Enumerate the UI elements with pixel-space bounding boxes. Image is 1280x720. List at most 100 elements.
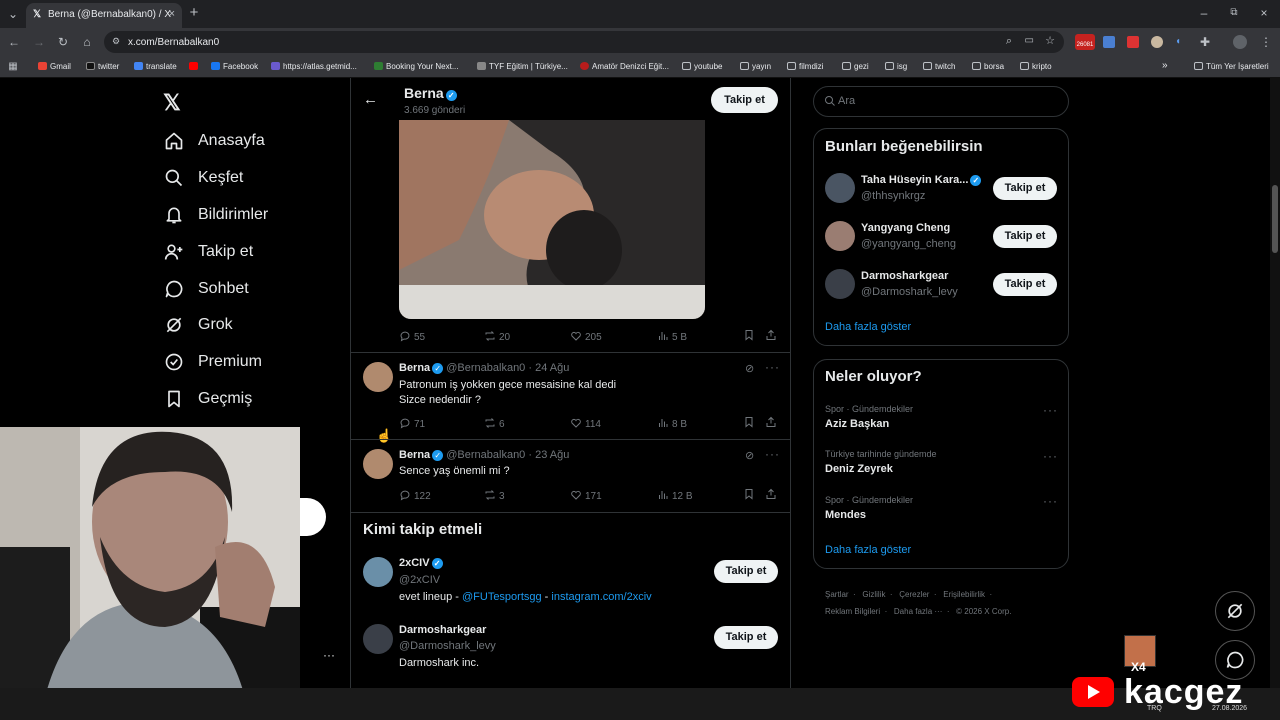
footer-link[interactable]: Gizlilik (862, 590, 885, 599)
bookmark-booking[interactable]: Booking Your Next... (374, 62, 459, 71)
trend-more-icon[interactable]: ··· (1043, 449, 1058, 463)
bookmark-post-icon[interactable] (743, 488, 758, 501)
bookmark-gmail[interactable]: Gmail (38, 62, 71, 71)
author-handle[interactable]: @Bernabalkan0 (446, 449, 525, 461)
views-stat[interactable]: 12 B (657, 489, 693, 502)
zoom-icon[interactable]: ⌕ (1006, 35, 1012, 48)
repost-stat[interactable]: 20 (484, 330, 510, 343)
like-stat[interactable]: 114 (570, 417, 601, 430)
tray-clock[interactable]: 27.08.2026 (1212, 705, 1247, 712)
trend-more-icon[interactable]: ··· (1043, 403, 1058, 417)
bookmark-facebook[interactable]: Facebook (211, 62, 258, 71)
grok-post-icon[interactable]: ⊘ (745, 449, 754, 462)
cast-icon[interactable]: ▭ (1025, 35, 1034, 46)
x-logo-icon[interactable]: 𝕏 (163, 90, 181, 116)
views-stat[interactable]: 8 B (657, 417, 687, 430)
user-name[interactable]: Yangyang Cheng (861, 222, 950, 234)
footer-link[interactable]: Şartlar (825, 590, 849, 599)
bio-url-link[interactable]: instagram.com/2xciv (551, 591, 651, 603)
trend-name[interactable]: Deniz Zeyrek (825, 463, 893, 475)
star-icon[interactable]: ☆ (1045, 34, 1055, 47)
bookmark-folder-twitch[interactable]: twitch (923, 62, 955, 71)
bookmark-tyf[interactable]: TYF Eğitim | Türkiye... (477, 62, 568, 71)
header-follow-button[interactable]: Takip et (711, 87, 778, 113)
bookmark-translate[interactable]: translate (134, 62, 177, 71)
avatar[interactable] (363, 624, 393, 654)
avatar[interactable] (825, 173, 855, 203)
nav-bookmarks[interactable]: Geçmiş (163, 384, 252, 414)
user-handle[interactable]: @Darmoshark_levy (399, 640, 496, 652)
bookmark-folder-isg[interactable]: isg (885, 62, 907, 71)
post-more-icon[interactable]: ··· (765, 447, 780, 461)
floating-post-button[interactable] (300, 498, 326, 536)
show-more-link[interactable]: Daha fazla göster (825, 544, 911, 556)
tray-language[interactable]: TRQ (1147, 705, 1162, 712)
restore-icon[interactable]: ⧉ (1226, 6, 1242, 20)
follow-button[interactable]: Takip et (714, 560, 778, 583)
post-more-icon[interactable]: ··· (765, 360, 780, 374)
follow-button[interactable]: Takip et (714, 626, 778, 649)
author-handle[interactable]: @Bernabalkan0 (446, 362, 525, 374)
translate-ext-icon[interactable] (1103, 36, 1115, 48)
back-icon[interactable]: ← (6, 35, 22, 49)
user-handle[interactable]: @yangyang_cheng (861, 238, 956, 250)
back-arrow-icon[interactable]: ← (363, 91, 378, 108)
user-name[interactable]: Taha Hüseyin Kara... ✓ (861, 174, 982, 186)
footer-link[interactable]: Çerezler (899, 590, 929, 599)
tab-list-icon[interactable]: ⌄ (5, 7, 21, 21)
avatar[interactable] (825, 221, 855, 251)
follow-button[interactable]: Takip et (993, 177, 1057, 200)
grok-float-button[interactable] (1215, 591, 1255, 631)
trend-name[interactable]: Mendes (825, 509, 866, 521)
nav-explore[interactable]: Keşfet (163, 163, 243, 193)
bookmark-folder-gezi[interactable]: gezi (842, 62, 869, 71)
author-name[interactable]: Berna (399, 449, 430, 461)
profile-avatar[interactable] (1233, 35, 1247, 49)
avatar[interactable] (363, 449, 393, 479)
nav-chat[interactable]: Sohbet (163, 274, 249, 304)
follow-button[interactable]: Takip et (993, 225, 1057, 248)
extension-icon[interactable] (1151, 36, 1163, 48)
post-date[interactable]: · 23 Ağu (528, 449, 569, 461)
extension-badge[interactable]: 26081 (1075, 34, 1095, 50)
repost-stat[interactable]: 3 (484, 489, 505, 502)
trend-name[interactable]: Aziz Başkan (825, 418, 889, 430)
grok-post-icon[interactable]: ⊘ (745, 362, 754, 375)
bookmark-twitter[interactable]: twitter (86, 62, 119, 71)
user-name[interactable]: Darmosharkgear (399, 624, 486, 636)
address-bar[interactable]: ⚙ x.com/Bernabalkan0 ⌕ ▭ ☆ (104, 31, 1064, 53)
reply-stat[interactable]: 71 (399, 417, 425, 430)
user-handle[interactable]: @2xCIV (399, 574, 440, 586)
bookmark-folder-filmdizi[interactable]: filmdizi (787, 62, 823, 71)
tab-close-icon[interactable]: × (169, 8, 175, 20)
bookmark-post-icon[interactable] (743, 329, 758, 342)
trend-more-icon[interactable]: ··· (1043, 494, 1058, 508)
nav-follow[interactable]: Takip et (163, 237, 253, 267)
scrollbar-thumb[interactable] (1272, 185, 1278, 253)
post-media-image[interactable] (399, 120, 705, 319)
bookmark-folder-yayin[interactable]: yayın (740, 62, 771, 71)
new-tab-icon[interactable]: + (186, 5, 202, 20)
audio-icon[interactable]: ◖ (1175, 36, 1187, 48)
nav-notifications[interactable]: Bildirimler (163, 200, 268, 230)
bookmarks-overflow-icon[interactable]: » (1162, 60, 1168, 71)
window-close-icon[interactable]: × (1256, 6, 1272, 20)
minimize-icon[interactable]: – (1196, 6, 1212, 20)
browser-tab[interactable]: 𝕏 Berna (@Bernabalkan0) / X × (26, 3, 182, 28)
scrollbar-track[interactable] (1270, 78, 1280, 688)
post-date[interactable]: · 24 Ağu (528, 362, 569, 374)
bookmark-post-icon[interactable] (743, 416, 758, 429)
views-stat[interactable]: 5 B (657, 330, 687, 343)
extensions-puzzle-icon[interactable]: ✚ (1197, 35, 1213, 49)
bookmark-atlas[interactable]: https://atlas.getmid... (271, 62, 357, 71)
bookmark-youtube-icon-only[interactable] (189, 62, 201, 71)
repost-stat[interactable]: 6 (484, 417, 505, 430)
user-name[interactable]: Darmosharkgear (861, 270, 948, 282)
forward-icon[interactable]: → (31, 35, 47, 49)
share-icon[interactable] (765, 488, 780, 501)
bio-mention-link[interactable]: @FUTesportsgg (462, 591, 542, 603)
site-info-icon[interactable]: ⚙ (112, 36, 120, 47)
home-browser-icon[interactable]: ⌂ (79, 35, 95, 49)
chrome-menu-icon[interactable]: ⋮ (1258, 35, 1274, 49)
user-handle[interactable]: @Darmoshark_levy (861, 286, 958, 298)
